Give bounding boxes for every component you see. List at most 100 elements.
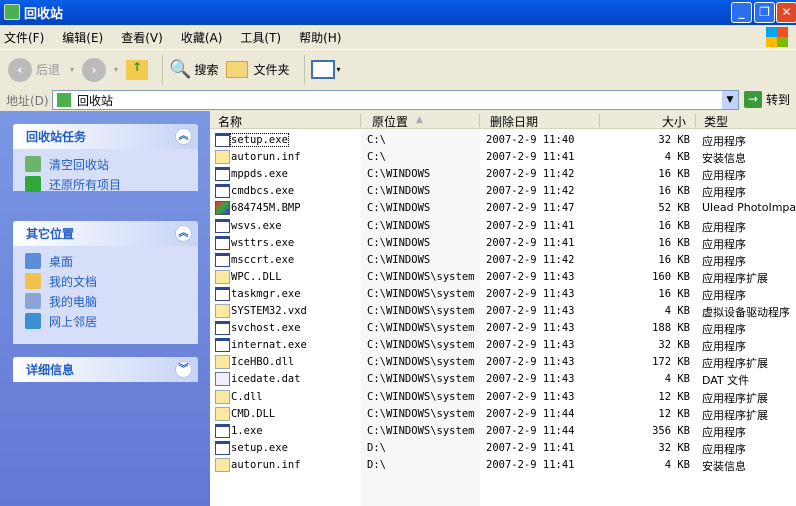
empty-recycle-bin-link[interactable]: 清空回收站	[13, 154, 198, 174]
file-row[interactable]: IceHBO.dll C:\WINDOWS\system 2007-2-9 11…	[210, 354, 796, 371]
file-name: mppds.exe	[231, 168, 288, 181]
file-list: 名称 原位置 ▲ 删除日期 大小 类型 setup.exe C:\ 2007-2-…	[210, 111, 796, 506]
file-row[interactable]: WPC..DLL C:\WINDOWS\system 2007-2-9 11:4…	[210, 269, 796, 286]
desktop-icon	[25, 253, 41, 269]
file-deleted-date: 2007-2-9 11:43	[486, 322, 575, 335]
panel-header[interactable]: 详细信息 ︾	[13, 357, 198, 382]
file-row[interactable]: msccrt.exe C:\WINDOWS 2007-2-9 11:42 16 …	[210, 252, 796, 269]
file-size: 16 KB	[658, 287, 690, 300]
column-date[interactable]: 删除日期	[490, 113, 538, 130]
file-type: 安装信息	[702, 459, 746, 473]
views-button[interactable]: ▾	[310, 60, 341, 79]
address-input[interactable]: 回收站 ▼	[52, 90, 739, 110]
gear-file-icon	[215, 457, 230, 472]
menu-edit[interactable]: 编辑(E)	[62, 29, 103, 46]
file-size: 356 KB	[652, 424, 690, 437]
network-places-link[interactable]: 网上邻居	[13, 311, 198, 331]
file-type: 应用程序	[702, 220, 746, 234]
minimize-button[interactable]: _	[731, 2, 752, 23]
file-row[interactable]: wsttrs.exe C:\WINDOWS 2007-2-9 11:41 16 …	[210, 235, 796, 252]
file-name: svchost.exe	[231, 322, 301, 335]
panel-title: 详细信息	[26, 363, 75, 377]
menu-view[interactable]: 查看(V)	[121, 29, 163, 46]
my-documents-icon	[25, 273, 41, 289]
exe-file-icon	[215, 286, 230, 301]
folders-label: 文件夹	[253, 63, 290, 77]
file-name: icedate.dat	[231, 373, 301, 386]
file-deleted-date: 2007-2-9 11:41	[486, 236, 575, 249]
exe-file-icon	[215, 440, 230, 455]
maximize-button[interactable]: ❐	[754, 2, 775, 23]
menu-tools[interactable]: 工具(T)	[240, 29, 281, 46]
file-name: msccrt.exe	[231, 253, 295, 266]
panel-header[interactable]: 回收站任务 ︽	[13, 124, 198, 149]
exe-file-icon	[215, 321, 230, 336]
my-computer-link[interactable]: 我的电脑	[13, 291, 198, 311]
column-location[interactable]: 原位置	[372, 113, 408, 130]
expand-icon[interactable]: ︾	[175, 361, 192, 378]
file-row[interactable]: autorun.inf D:\ 2007-2-9 11:41 4 KB 安装信息	[210, 457, 796, 474]
menu-file[interactable]: 文件(F)	[4, 29, 44, 46]
file-row[interactable]: setup.exe D:\ 2007-2-9 11:41 32 KB 应用程序	[210, 440, 796, 457]
file-row[interactable]: wsvs.exe C:\WINDOWS 2007-2-9 11:41 16 KB…	[210, 218, 796, 235]
search-button[interactable]: 🔍 搜索	[169, 59, 218, 80]
file-row[interactable]: cmdbcs.exe C:\WINDOWS 2007-2-9 11:42 16 …	[210, 183, 796, 200]
file-row[interactable]: 1.exe C:\WINDOWS\system 2007-2-9 11:44 3…	[210, 423, 796, 440]
file-location: C:\WINDOWS\system	[367, 373, 475, 386]
file-name: cmdbcs.exe	[231, 185, 295, 198]
folders-button[interactable]: 文件夹	[226, 61, 290, 78]
go-arrow-icon: →	[744, 91, 762, 108]
file-row[interactable]: CMD.DLL C:\WINDOWS\system 2007-2-9 11:44…	[210, 406, 796, 423]
file-location: C:\WINDOWS\system	[367, 305, 475, 317]
file-name: internat.exe	[231, 339, 307, 352]
collapse-icon[interactable]: ︽	[175, 225, 192, 242]
address-dropdown[interactable]: ▼	[722, 91, 738, 109]
back-button[interactable]: ‹ 后退 ▾	[8, 57, 74, 82]
file-name: SYSTEM32.vxd	[231, 305, 307, 317]
file-row[interactable]: C.dll C:\WINDOWS\system 2007-2-9 11:43 1…	[210, 389, 796, 406]
column-type[interactable]: 类型	[704, 113, 728, 130]
file-row[interactable]: internat.exe C:\WINDOWS\system 2007-2-9 …	[210, 337, 796, 354]
go-label: 转到	[766, 93, 791, 107]
file-location: C:\WINDOWS\system	[367, 322, 475, 335]
file-row[interactable]: setup.exe C:\ 2007-2-9 11:40 32 KB 应用程序	[210, 132, 796, 149]
up-folder-button[interactable]: ↑	[126, 59, 149, 80]
file-size: 4 KB	[664, 151, 690, 164]
go-button[interactable]: → 转到	[744, 91, 790, 108]
file-type: DAT 文件	[702, 374, 750, 388]
collapse-icon[interactable]: ︽	[175, 128, 192, 145]
file-type: 应用程序	[702, 135, 746, 148]
file-deleted-date: 2007-2-9 11:44	[486, 424, 575, 437]
my-documents-link[interactable]: 我的文档	[13, 271, 198, 291]
column-size[interactable]: 大小	[662, 113, 686, 130]
recycle-tasks-panel: 回收站任务 ︽ 清空回收站 还原所有项目	[13, 124, 198, 194]
file-name: wsvs.exe	[231, 219, 282, 232]
link-label: 还原所有项目	[49, 177, 122, 192]
file-row[interactable]: mppds.exe C:\WINDOWS 2007-2-9 11:42 16 K…	[210, 166, 796, 183]
file-size: 12 KB	[658, 407, 690, 420]
panel-header[interactable]: 其它位置 ︽	[13, 221, 198, 246]
file-row[interactable]: svchost.exe C:\WINDOWS\system 2007-2-9 1…	[210, 320, 796, 337]
file-size: 16 KB	[658, 219, 690, 232]
menu-favorites[interactable]: 收藏(A)	[181, 29, 223, 46]
file-deleted-date: 2007-2-9 11:41	[486, 458, 575, 471]
file-size: 4 KB	[664, 373, 690, 386]
file-row[interactable]: icedate.dat C:\WINDOWS\system 2007-2-9 1…	[210, 371, 796, 388]
file-location: C:\WINDOWS	[367, 219, 431, 232]
file-row[interactable]: 684745M.BMP C:\WINDOWS 2007-2-9 11:47 52…	[210, 200, 796, 217]
file-deleted-date: 2007-2-9 11:43	[486, 287, 575, 300]
column-name[interactable]: 名称	[218, 113, 242, 130]
close-button[interactable]: ✕	[776, 2, 796, 23]
file-deleted-date: 2007-2-9 11:47	[486, 202, 575, 215]
file-type: 应用程序	[702, 254, 746, 268]
forward-button[interactable]: › ▾	[82, 57, 118, 82]
search-label: 搜索	[194, 63, 219, 77]
file-row[interactable]: autorun.inf C:\ 2007-2-9 11:41 4 KB 安装信息	[210, 149, 796, 166]
menu-help[interactable]: 帮助(H)	[299, 29, 341, 46]
file-row[interactable]: taskmgr.exe C:\WINDOWS\system 2007-2-9 1…	[210, 286, 796, 303]
file-name: autorun.inf	[231, 458, 301, 471]
windows-logo-icon	[766, 27, 788, 47]
desktop-link[interactable]: 桌面	[13, 251, 198, 271]
file-row[interactable]: SYSTEM32.vxd C:\WINDOWS\system 2007-2-9 …	[210, 303, 796, 320]
restore-all-link[interactable]: 还原所有项目	[13, 174, 198, 194]
